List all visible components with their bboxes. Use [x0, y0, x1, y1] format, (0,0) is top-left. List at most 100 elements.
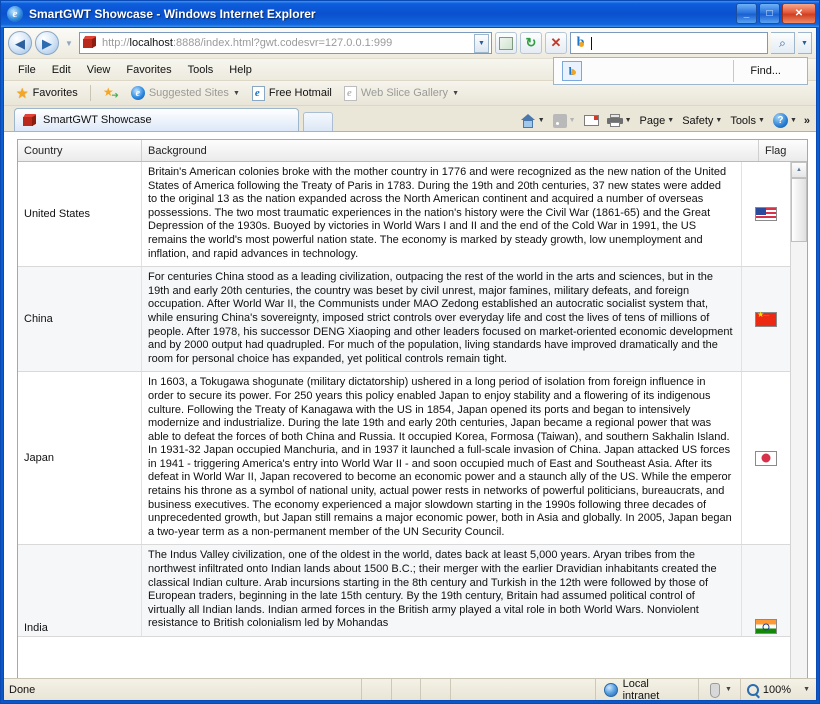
- read-mail-button[interactable]: [581, 114, 602, 127]
- column-header-background[interactable]: Background: [142, 140, 759, 161]
- feeds-button[interactable]: ▼: [550, 113, 579, 129]
- minimize-button[interactable]: _: [736, 3, 757, 24]
- flag-us-icon: [755, 207, 777, 222]
- compatibility-view-icon: [499, 36, 513, 50]
- chevron-down-icon: ▼: [568, 117, 576, 124]
- menu-item-edit[interactable]: Edit: [44, 62, 79, 78]
- search-go-button[interactable]: ⌕: [771, 32, 795, 54]
- safety-menu-button[interactable]: Safety ▼: [679, 114, 725, 128]
- cell-flag: [742, 545, 790, 636]
- table-row[interactable]: India The Indus Valley civilization, one…: [18, 545, 790, 637]
- scrollbar-thumb[interactable]: [791, 178, 807, 242]
- cell-flag: [742, 267, 790, 371]
- cell-country: India: [18, 545, 142, 636]
- title-bar: e SmartGWT Showcase - Windows Internet E…: [1, 1, 819, 27]
- add-to-favorites-bar-button[interactable]: ★ ➜: [99, 85, 123, 101]
- chevron-down-icon: ▼: [624, 117, 632, 124]
- cell-country: United States: [18, 162, 142, 267]
- compatibility-view-button[interactable]: [495, 32, 517, 54]
- window-title: SmartGWT Showcase - Windows Internet Exp…: [29, 7, 316, 21]
- chevron-down-icon: ▼: [715, 117, 723, 124]
- search-provider-dropdown[interactable]: ▼: [798, 32, 812, 54]
- address-dropdown-button[interactable]: ▼: [474, 33, 489, 53]
- cell-country: Japan: [18, 372, 142, 545]
- menu-bar: File Edit View Favorites Tools Help b Fi…: [4, 57, 816, 85]
- favorites-label: Favorites: [32, 87, 78, 99]
- security-zone-indicator[interactable]: Local intranet: [594, 677, 698, 701]
- column-header-flag[interactable]: Flag: [759, 140, 807, 161]
- help-menu-button[interactable]: ? ▼: [770, 112, 800, 129]
- home-button[interactable]: ▼: [518, 113, 548, 129]
- tab-smartgwt-showcase[interactable]: SmartGWT Showcase: [14, 108, 299, 131]
- grid-header-row: Country Background Flag: [18, 140, 807, 162]
- globe-icon: [603, 682, 618, 697]
- favbar-item-suggested-sites[interactable]: e Suggested Sites ▼: [127, 85, 244, 101]
- command-bar-overflow-button[interactable]: »: [802, 115, 812, 127]
- search-icon: ⌕: [779, 35, 786, 50]
- scrollbar-track[interactable]: [791, 242, 807, 678]
- address-bar[interactable]: http://localhost:8888/index.html?gwt.cod…: [79, 32, 492, 54]
- zoom-control[interactable]: 100% ▼: [739, 679, 816, 700]
- protected-mode-indicator[interactable]: ▼: [697, 679, 740, 700]
- add-favorite-icon: ★ ➜: [102, 85, 119, 100]
- menu-item-tools[interactable]: Tools: [180, 62, 222, 78]
- search-input[interactable]: [591, 36, 765, 50]
- chevron-down-icon: ▼: [537, 117, 545, 124]
- favorites-center-button[interactable]: ★ Favorites: [12, 85, 82, 101]
- ie-logo-icon: e: [7, 5, 24, 23]
- cell-background: For centuries China stood as a leading c…: [142, 267, 742, 372]
- favbar-item-free-hotmail[interactable]: Free Hotmail: [248, 85, 336, 102]
- chevron-down-icon: ▼: [65, 38, 73, 48]
- table-row[interactable]: China For centuries China stood as a lea…: [18, 267, 790, 373]
- new-tab-button[interactable]: [303, 112, 333, 131]
- menu-item-favorites[interactable]: Favorites: [118, 62, 179, 78]
- scroll-up-button[interactable]: ▲: [791, 162, 807, 178]
- tab-label: SmartGWT Showcase: [43, 114, 152, 126]
- security-zone-label: Local intranet: [622, 677, 660, 701]
- favbar-item-web-slice-gallery[interactable]: Web Slice Gallery ▼: [340, 85, 463, 102]
- star-icon: ★: [16, 85, 29, 101]
- favbar-item-label: Web Slice Gallery: [360, 87, 449, 99]
- command-bar: ▼ ▼ ▼ Page ▼ Safety ▼ Tools ▼ ? ▼ »: [518, 112, 812, 129]
- table-row[interactable]: United States Britain's American colonie…: [18, 162, 790, 268]
- stop-button[interactable]: ✕: [545, 32, 567, 54]
- print-button[interactable]: ▼: [604, 113, 635, 128]
- ie-logo-icon: e: [130, 86, 145, 100]
- table-row[interactable]: Japan In 1603, a Tokugawa shogunate (mil…: [18, 372, 790, 546]
- mail-icon: [583, 115, 599, 126]
- zoom-icon: [746, 683, 759, 696]
- column-header-country[interactable]: Country: [18, 140, 142, 161]
- address-scheme: http://: [102, 37, 130, 49]
- page-menu-label: Page: [639, 114, 666, 127]
- close-icon: ✕: [794, 7, 804, 19]
- bing-icon[interactable]: b: [562, 61, 582, 81]
- find-on-page-button[interactable]: Find...: [734, 65, 807, 77]
- cell-background: Britain's American colonies broke with t…: [142, 162, 742, 267]
- chevron-down-icon: ▼: [452, 89, 459, 97]
- maximize-button[interactable]: □: [759, 3, 780, 24]
- chevron-down-icon: ▼: [789, 117, 797, 124]
- page-menu-button[interactable]: Page ▼: [637, 114, 678, 128]
- protected-mode-icon: [707, 682, 721, 698]
- tools-menu-button[interactable]: Tools ▼: [727, 114, 768, 128]
- country-list-grid: Country Background Flag United States Br…: [17, 139, 808, 678]
- cell-background: The Indus Valley civilization, one of th…: [142, 545, 742, 636]
- search-box[interactable]: b: [570, 32, 768, 54]
- cell-flag: [742, 372, 790, 544]
- navigation-bar: ◀ ▶ ▼ http://localhost:8888/index.html?g…: [4, 28, 816, 58]
- recent-pages-button[interactable]: ▼: [62, 39, 76, 48]
- close-button[interactable]: ✕: [782, 3, 816, 24]
- menu-item-help[interactable]: Help: [221, 62, 260, 78]
- refresh-button[interactable]: ↻: [520, 32, 542, 54]
- back-button[interactable]: ◀: [8, 31, 32, 55]
- status-message: Done: [9, 683, 36, 696]
- search-suggestions-panel: b Find...: [553, 57, 808, 85]
- forward-button[interactable]: ▶: [35, 31, 59, 55]
- chevron-down-icon: ▼: [803, 686, 810, 693]
- menu-item-file[interactable]: File: [10, 62, 44, 78]
- chevron-down-icon: ▼: [724, 686, 732, 693]
- menu-item-view[interactable]: View: [79, 62, 119, 78]
- grid-vertical-scrollbar[interactable]: ▲: [790, 162, 807, 678]
- ie-document-icon: [343, 85, 357, 101]
- refresh-icon: ↻: [525, 35, 537, 50]
